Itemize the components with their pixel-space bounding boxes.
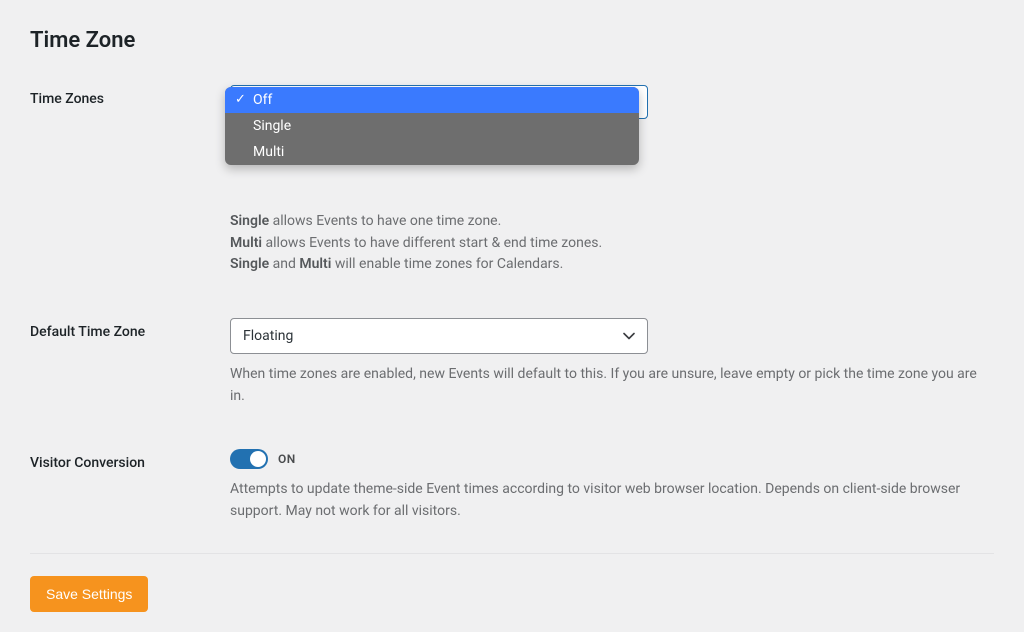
default-tz-value: Floating — [243, 328, 293, 344]
desc3-bold1: Single — [230, 256, 269, 272]
chevron-down-icon — [623, 330, 635, 342]
dropdown-option-multi[interactable]: Multi — [225, 139, 639, 165]
save-settings-button[interactable]: Save Settings — [30, 576, 148, 612]
desc2-rest: allows Events to have different start & … — [262, 235, 602, 251]
desc3-bold2: Multi — [299, 256, 331, 272]
separator — [30, 553, 994, 554]
time-zones-label: Time Zones — [30, 85, 230, 107]
desc3-mid: and — [269, 256, 299, 272]
visitor-conversion-label: Visitor Conversion — [30, 449, 230, 471]
time-zones-dropdown[interactable]: Off Single Multi — [225, 87, 639, 165]
default-tz-label: Default Time Zone — [30, 318, 230, 340]
dropdown-option-single[interactable]: Single — [225, 113, 639, 139]
desc3-rest: will enable time zones for Calendars. — [331, 256, 563, 272]
visitor-conversion-toggle[interactable] — [230, 449, 268, 469]
desc2-bold: Multi — [230, 235, 262, 251]
desc1-bold: Single — [230, 213, 269, 229]
visitor-conversion-state: ON — [278, 452, 296, 466]
dropdown-option-off[interactable]: Off — [225, 87, 639, 113]
page-heading: Time Zone — [30, 28, 994, 53]
default-tz-select[interactable]: Floating — [230, 318, 648, 354]
visitor-conversion-description: Attempts to update theme-side Event time… — [230, 479, 994, 522]
default-tz-description: When time zones are enabled, new Events … — [230, 364, 994, 407]
toggle-knob — [250, 451, 266, 467]
desc1-rest: allows Events to have one time zone. — [269, 213, 501, 229]
